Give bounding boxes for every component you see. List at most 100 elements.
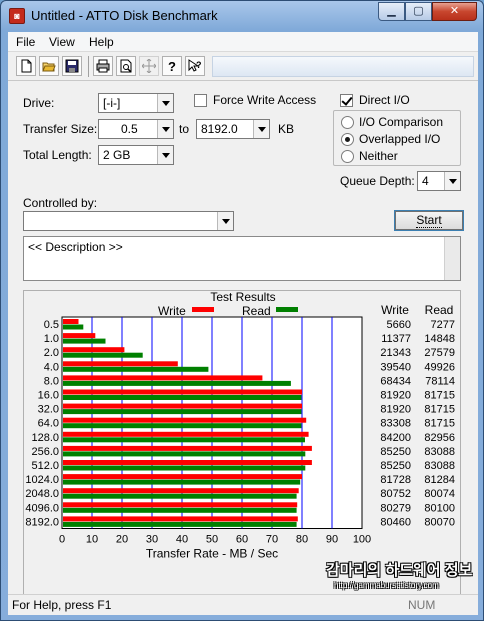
chevron-down-icon[interactable] xyxy=(217,212,233,230)
save-icon[interactable] xyxy=(62,56,82,76)
queue-depth-select[interactable]: 4 xyxy=(417,171,461,191)
chevron-down-icon[interactable] xyxy=(444,172,460,190)
menu-view[interactable]: View xyxy=(49,35,75,49)
transfer-from-select[interactable]: 0.5 xyxy=(98,119,174,139)
category-label: 1.0 xyxy=(44,333,59,345)
force-write-checkbox[interactable] xyxy=(194,94,207,107)
new-icon[interactable] xyxy=(16,56,36,76)
bar-read xyxy=(63,507,297,513)
toolbar-band xyxy=(212,56,474,77)
bar-read xyxy=(63,479,301,485)
context-help-icon[interactable]: ? xyxy=(185,56,205,76)
chevron-down-icon[interactable] xyxy=(157,120,173,138)
category-label: 2048.0 xyxy=(25,488,59,500)
x-tick-label: 70 xyxy=(266,534,278,546)
bar-write xyxy=(63,347,125,353)
category-label: 8.0 xyxy=(44,375,59,387)
chevron-down-icon[interactable] xyxy=(157,94,173,112)
category-label: 8192.0 xyxy=(25,516,59,528)
chevron-down-icon[interactable] xyxy=(157,146,173,164)
neither-radio[interactable] xyxy=(341,150,354,163)
menu-help[interactable]: Help xyxy=(89,35,114,49)
table-cell: 81715 xyxy=(424,404,455,416)
bar-read xyxy=(63,338,106,344)
x-tick-label: 50 xyxy=(206,534,218,546)
app-window: ◙ Untitled - ATTO Disk Benchmark ▁ ▢ ✕ F… xyxy=(0,0,484,621)
table-cell: 82956 xyxy=(424,432,455,444)
bar-read xyxy=(63,437,305,443)
svg-text:?: ? xyxy=(168,59,176,73)
io-comparison-radio[interactable] xyxy=(341,116,354,129)
description-scrollbar[interactable] xyxy=(444,237,460,280)
atto-icon[interactable]: ◙ xyxy=(9,8,25,24)
direct-io-checkbox[interactable] xyxy=(340,94,353,107)
legend-label: Write xyxy=(158,304,186,318)
table-cell: 27579 xyxy=(424,347,455,359)
maximize-button[interactable]: ▢ xyxy=(405,2,432,21)
move-icon[interactable] xyxy=(139,56,159,76)
category-label: 2.0 xyxy=(44,347,59,359)
menu-file[interactable]: File xyxy=(16,35,35,49)
table-cell: 49926 xyxy=(424,361,455,373)
table-cell: 81715 xyxy=(424,418,455,430)
title-bar[interactable]: ◙ Untitled - ATTO Disk Benchmark ▁ ▢ ✕ xyxy=(1,1,483,31)
watermark-url: http://gammaburst.tistory.com xyxy=(334,581,439,590)
x-tick-label: 60 xyxy=(236,534,248,546)
toolbar: ? ? xyxy=(8,53,478,81)
toolbar-separator xyxy=(88,56,89,77)
description-box[interactable]: << Description >> xyxy=(23,236,461,281)
transfer-from-value: 0.5 xyxy=(121,122,138,136)
transfer-to-select[interactable]: 8192.0 xyxy=(196,119,270,139)
x-tick-label: 80 xyxy=(296,534,308,546)
table-header: Read xyxy=(425,303,454,317)
bar-read xyxy=(63,352,143,358)
table-cell: 85250 xyxy=(380,460,411,472)
controlled-by-select[interactable] xyxy=(23,211,234,231)
queue-depth-label: Queue Depth: xyxy=(340,174,415,188)
menu-bar: File View Help xyxy=(8,32,478,52)
bar-write xyxy=(63,375,263,381)
x-tick-label: 40 xyxy=(176,534,188,546)
chart-title: Test Results xyxy=(210,291,275,304)
drive-select[interactable]: [-i-] xyxy=(98,93,174,113)
open-icon[interactable] xyxy=(39,56,59,76)
minimize-button[interactable]: ▁ xyxy=(378,2,405,21)
x-tick-label: 100 xyxy=(353,534,371,546)
caption-buttons: ▁ ▢ ✕ xyxy=(378,2,477,21)
bar-write xyxy=(63,445,312,451)
table-cell: 84200 xyxy=(380,432,411,444)
print-preview-icon[interactable] xyxy=(116,56,136,76)
category-label: 128.0 xyxy=(31,432,59,444)
total-length-select[interactable]: 2 GB xyxy=(98,145,174,165)
bar-write xyxy=(63,333,96,339)
controlled-by-label: Controlled by: xyxy=(23,196,98,210)
total-length-label: Total Length: xyxy=(23,148,92,162)
print-icon[interactable] xyxy=(93,56,113,76)
x-tick-label: 30 xyxy=(146,534,158,546)
results-chart: Test Results Write Read 0 10 20 30 40 50 60 70 80 90… xyxy=(25,290,455,561)
chevron-down-icon[interactable] xyxy=(253,120,269,138)
bar-read xyxy=(63,380,291,386)
start-button-label: Start xyxy=(416,213,442,228)
transfer-to-value: 8192.0 xyxy=(201,122,238,136)
table-cell: 81920 xyxy=(380,390,411,402)
category-label: 1024.0 xyxy=(25,474,59,486)
help-icon[interactable]: ? xyxy=(162,56,182,76)
total-length-value: 2 GB xyxy=(103,148,131,162)
table-header: Write xyxy=(381,303,409,317)
legend-swatch xyxy=(192,307,214,312)
close-button[interactable]: ✕ xyxy=(432,2,477,21)
start-button[interactable]: Start xyxy=(394,210,464,231)
legend-swatch xyxy=(276,307,298,312)
category-label: 512.0 xyxy=(31,460,59,472)
neither-label: Neither xyxy=(359,149,398,163)
bar-read xyxy=(63,451,306,457)
x-tick-label: 0 xyxy=(59,534,65,546)
table-cell: 68434 xyxy=(380,375,411,387)
status-help-text: For Help, press F1 xyxy=(12,598,112,612)
bar-write xyxy=(63,474,302,480)
overlapped-io-radio[interactable] xyxy=(341,133,354,146)
drive-value: [-i-] xyxy=(103,96,121,110)
num-lock-indicator: NUM xyxy=(408,598,436,612)
bar-write xyxy=(63,389,302,395)
